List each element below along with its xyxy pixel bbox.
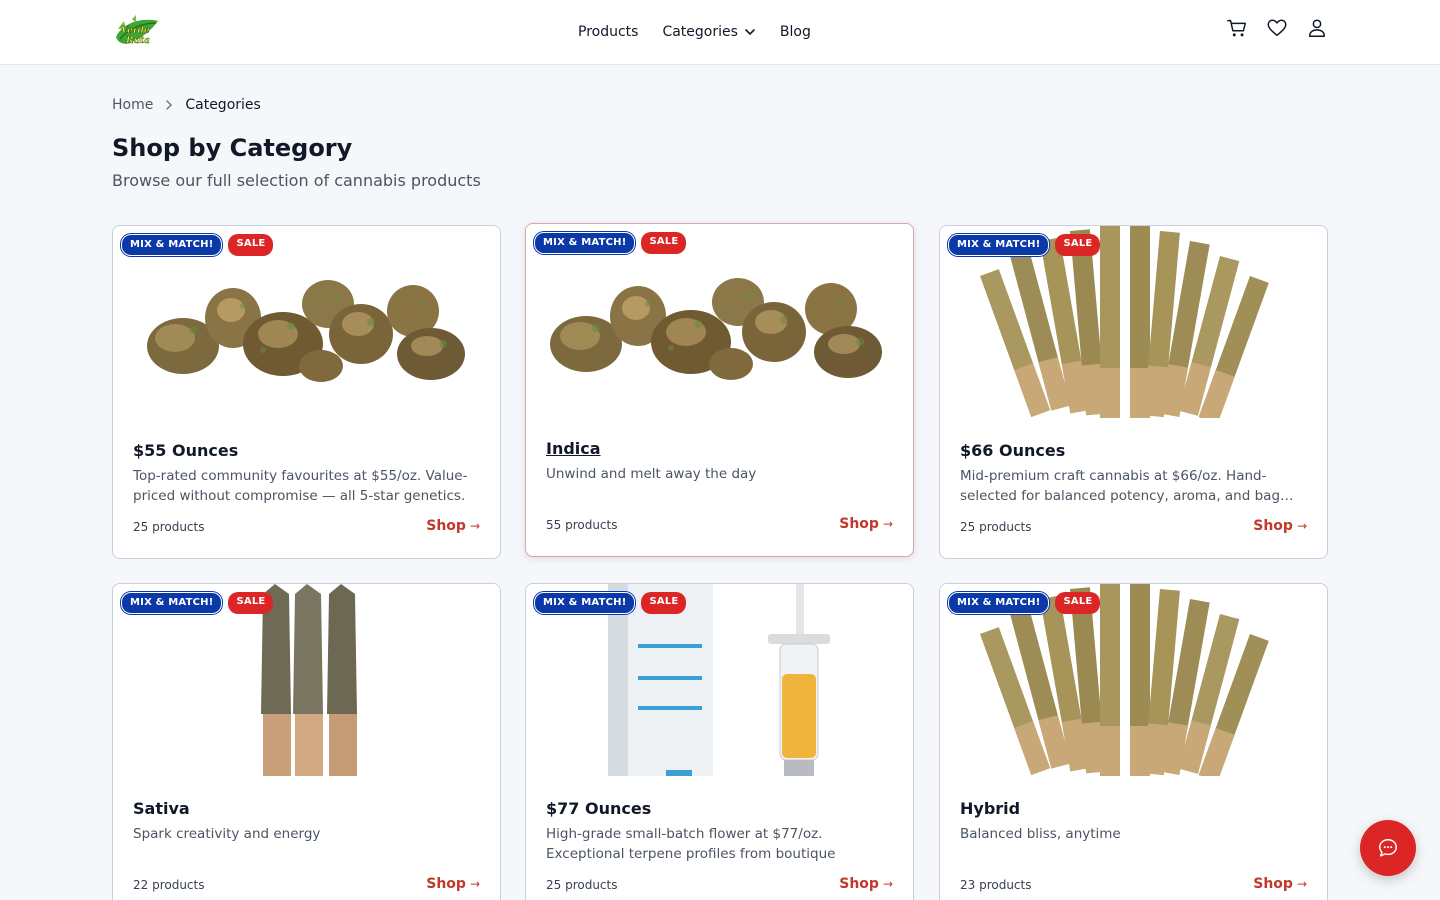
- chat-button[interactable]: [1360, 820, 1416, 876]
- sale-badge: SALE: [641, 232, 687, 254]
- nav-categories-label: Categories: [662, 24, 738, 40]
- arrow-right-icon: →: [1296, 877, 1307, 891]
- header-actions: [1226, 17, 1328, 39]
- badge-group: MIX & MATCH! SALE: [121, 234, 274, 256]
- shop-link[interactable]: Shop →: [1253, 518, 1307, 534]
- nav-blog[interactable]: Blog: [780, 24, 811, 40]
- card-description: Balanced bliss, anytime: [960, 826, 1121, 842]
- category-card[interactable]: MIX & MATCH! SALE $55 Ounces Top-rated c…: [112, 225, 501, 559]
- card-description: Unwind and melt away the day: [546, 466, 757, 482]
- svg-text:Verde: Verde: [121, 26, 150, 36]
- arrow-right-icon: →: [882, 877, 893, 891]
- product-count: 55 products: [546, 518, 618, 532]
- category-card[interactable]: MIX & MATCH! SALE $77 Ounces High-grade …: [525, 583, 914, 900]
- badge-group: MIX & MATCH! SALE: [948, 234, 1101, 256]
- main-nav: Products Categories Blog: [578, 21, 811, 43]
- sale-badge: SALE: [641, 592, 687, 614]
- mix-match-badge: MIX & MATCH!: [948, 592, 1050, 614]
- shop-link[interactable]: Shop →: [1253, 876, 1307, 892]
- card-title[interactable]: $77 Ounces: [546, 799, 651, 818]
- shop-link-label: Shop: [1253, 518, 1293, 534]
- card-title[interactable]: $66 Ounces: [960, 441, 1065, 460]
- category-card[interactable]: MIX & MATCH! SALE $66 Ounces Mid-premium…: [939, 225, 1328, 559]
- shop-link-label: Shop: [839, 516, 879, 532]
- card-description: Mid-premium craft cannabis at $66/oz. Ha…: [960, 468, 1294, 504]
- verde-ruta-logo[interactable]: Verde Ruta: [112, 15, 162, 49]
- shop-link-label: Shop: [426, 518, 466, 534]
- shop-link-label: Shop: [839, 876, 879, 892]
- nav-blog-label: Blog: [779, 24, 811, 40]
- product-count: 25 products: [546, 878, 618, 892]
- cart-icon[interactable]: [1226, 17, 1248, 39]
- mix-match-badge: MIX & MATCH!: [534, 232, 636, 254]
- chevron-right-icon: [166, 100, 173, 110]
- card-description: High-grade small-batch flower at $77/oz.…: [546, 826, 836, 862]
- badge-group: MIX & MATCH! SALE: [534, 232, 687, 254]
- page-title: Shop by Category: [112, 134, 353, 162]
- shop-link[interactable]: Shop →: [426, 518, 480, 534]
- page-subtitle: Browse our full selection of cannabis pr…: [112, 171, 481, 190]
- category-card[interactable]: MIX & MATCH! SALE Indica Unwind and melt…: [525, 223, 914, 557]
- nav-products-label: Products: [578, 24, 639, 40]
- badge-group: MIX & MATCH! SALE: [534, 592, 687, 614]
- site-header: Verde Ruta Products Categories Blog: [0, 0, 1440, 65]
- nav-categories[interactable]: Categories: [662, 24, 755, 40]
- badge-group: MIX & MATCH! SALE: [948, 592, 1101, 614]
- category-card[interactable]: MIX & MATCH! SALE Hybrid Balanced bliss,…: [939, 583, 1328, 900]
- user-icon[interactable]: [1306, 17, 1328, 39]
- sale-badge: SALE: [1055, 234, 1101, 256]
- sale-badge: SALE: [228, 234, 274, 256]
- card-title[interactable]: $55 Ounces: [133, 441, 238, 460]
- card-title[interactable]: Sativa: [133, 799, 190, 818]
- category-card[interactable]: MIX & MATCH! SALE Sativa Spark creativit…: [112, 583, 501, 900]
- card-description: Spark creativity and energy: [133, 826, 321, 842]
- shop-link[interactable]: Shop →: [839, 516, 893, 532]
- product-count: 22 products: [133, 878, 205, 892]
- svg-text:Ruta: Ruta: [125, 36, 150, 46]
- chat-bubble-icon: [1379, 839, 1397, 857]
- shop-link[interactable]: Shop →: [426, 876, 480, 892]
- arrow-right-icon: →: [469, 519, 480, 533]
- product-count: 25 products: [960, 520, 1032, 534]
- badge-group: MIX & MATCH! SALE: [121, 592, 274, 614]
- breadcrumb-home[interactable]: Home: [112, 97, 153, 113]
- product-count: 23 products: [960, 878, 1032, 892]
- shop-link-label: Shop: [1253, 876, 1293, 892]
- arrow-right-icon: →: [882, 517, 893, 531]
- arrow-right-icon: →: [1296, 519, 1307, 533]
- sale-badge: SALE: [228, 592, 274, 614]
- shop-link-label: Shop: [426, 876, 466, 892]
- shop-link[interactable]: Shop →: [839, 876, 893, 892]
- mix-match-badge: MIX & MATCH!: [534, 592, 636, 614]
- mix-match-badge: MIX & MATCH!: [121, 234, 223, 256]
- card-title[interactable]: Indica: [546, 439, 601, 458]
- sale-badge: SALE: [1055, 592, 1101, 614]
- card-title[interactable]: Hybrid: [960, 799, 1020, 818]
- product-count: 25 products: [133, 520, 205, 534]
- heart-icon[interactable]: [1266, 17, 1288, 39]
- card-description: Top-rated community favourites at $55/oz…: [133, 468, 468, 504]
- mix-match-badge: MIX & MATCH!: [948, 234, 1050, 256]
- mix-match-badge: MIX & MATCH!: [121, 592, 223, 614]
- breadcrumb: Home Categories: [112, 97, 261, 113]
- nav-products[interactable]: Products: [578, 24, 638, 40]
- arrow-right-icon: →: [469, 877, 480, 891]
- chevron-down-icon: [745, 29, 755, 36]
- breadcrumb-current: Categories: [185, 97, 261, 113]
